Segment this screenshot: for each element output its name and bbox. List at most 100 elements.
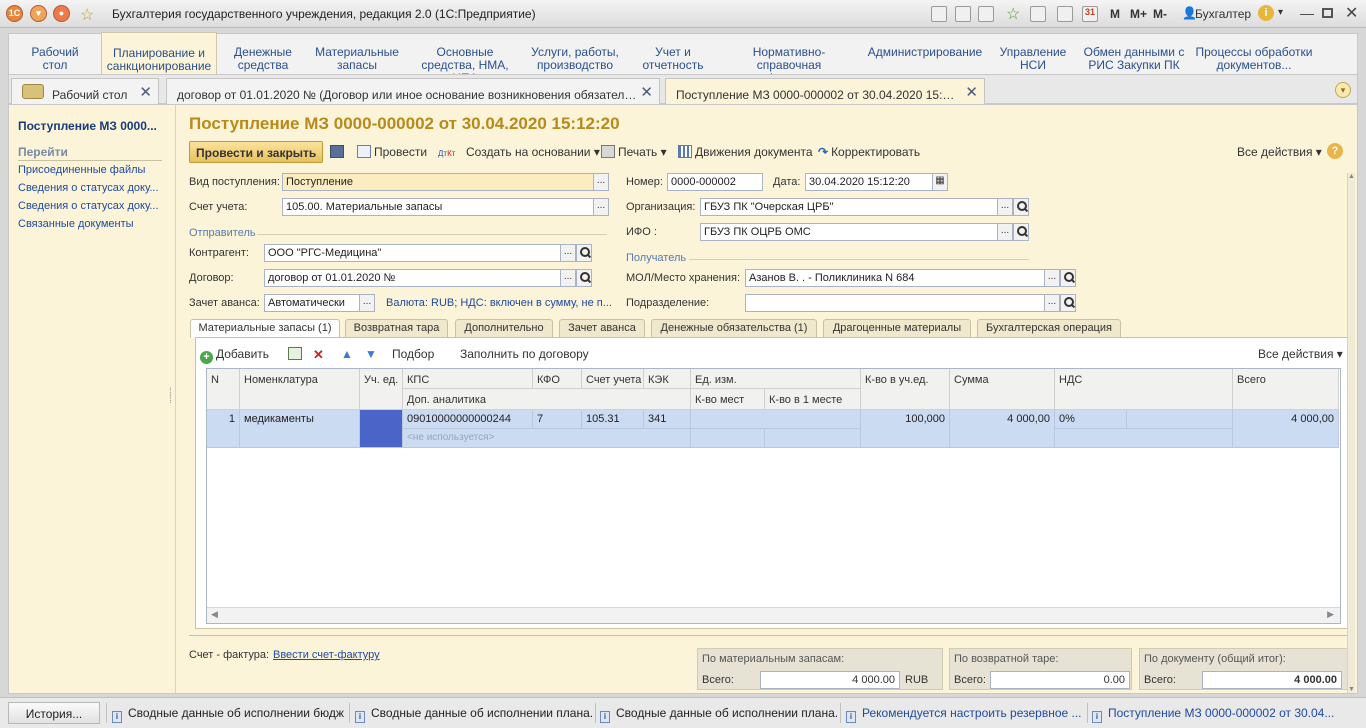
section-fixed-assets[interactable]: Основные средства, НМА, НПА (409, 34, 521, 85)
account-field[interactable]: 105.00. Материальные запасы (282, 198, 594, 216)
maximize-icon[interactable] (1322, 8, 1333, 18)
section-accounting[interactable]: Учет и отчетность (635, 34, 711, 75)
ifo-select-button[interactable]: ... (997, 223, 1013, 241)
post-button[interactable]: Провести (357, 141, 427, 163)
taskbar-item-receipt-doc[interactable]: i Поступление МЗ 0000-000002 от 30.04... (1092, 702, 1362, 724)
print-button[interactable]: Печать ▾ (601, 141, 667, 163)
nav-link-attached-files[interactable]: Присоединенные файлы (18, 164, 168, 176)
nav-link-status-info-2[interactable]: Сведения о статусах доку... (18, 200, 168, 212)
fill-by-contract-button[interactable]: Заполнить по договору (460, 343, 589, 365)
col-header-kps[interactable]: КПС (403, 369, 533, 389)
col-header-account[interactable]: Счет учета (582, 369, 644, 389)
main-menu-icon[interactable]: ▾ (30, 5, 47, 22)
cell-sum[interactable]: 4 000,00 (950, 410, 1055, 448)
contract-field[interactable]: договор от 01.01.2020 № (264, 269, 561, 287)
section-reference[interactable]: Нормативно-справочная информация (721, 34, 857, 85)
organization-field[interactable]: ГБУЗ ПК "Очерская ЦРБ" (700, 198, 998, 216)
number-field[interactable]: 0000-000002 (667, 173, 763, 191)
document-movements-button[interactable]: Движения документа (678, 141, 813, 163)
organization-select-button[interactable]: ... (997, 198, 1013, 216)
user-name[interactable]: Бухгалтер (1195, 7, 1251, 21)
counterparty-field[interactable]: ООО "РГС-Медицина" (264, 244, 561, 262)
calendar-icon[interactable]: 31 (1082, 6, 1098, 22)
col-header-kfo[interactable]: КФО (533, 369, 582, 389)
tab-additional[interactable]: Дополнительно (455, 319, 553, 337)
table-row[interactable]: 1 медикаменты 09010000000000244 7 105.31… (207, 410, 1340, 448)
tab-contract[interactable]: договор от 01.01.2020 № (Договор или ино… (166, 78, 660, 105)
scroll-up-icon[interactable]: ▲ (1348, 173, 1355, 180)
history-icon[interactable] (1030, 6, 1046, 22)
close-tab-icon[interactable]: ✕ (965, 85, 978, 100)
delete-row-button[interactable]: ✕ (313, 343, 324, 365)
taskbar-item-plan-summary-1[interactable]: i Сводные данные об исполнении плана... (355, 702, 592, 724)
move-down-button[interactable]: ▼ (365, 343, 377, 365)
bookmark-star-icon[interactable]: ☆ (1006, 4, 1020, 24)
department-search-icon[interactable] (1060, 294, 1076, 312)
panel-splitter-handle[interactable]: ⁞ ⁞ (169, 388, 172, 406)
cell-total[interactable]: 4 000,00 (1233, 410, 1339, 448)
col-header-places[interactable]: К-во мест (691, 389, 765, 410)
cell-qty-per-place[interactable] (765, 429, 861, 448)
scroll-down-icon[interactable]: ▼ (1348, 686, 1355, 693)
print-icon[interactable] (955, 6, 971, 22)
col-header-dop-analytics[interactable]: Доп. аналитика (403, 389, 691, 410)
copy-row-button[interactable] (288, 343, 305, 365)
col-header-total[interactable]: Всего (1233, 369, 1339, 410)
dt-kt-button[interactable]: ДтКт (438, 141, 455, 163)
col-header-nomenclature[interactable]: Номенклатура (240, 369, 360, 410)
ifo-search-icon[interactable] (1013, 223, 1029, 241)
contract-select-button[interactable]: ... (560, 269, 576, 287)
col-header-unit-measure[interactable]: Ед. изм. (691, 369, 861, 389)
mol-select-button[interactable]: ... (1044, 269, 1060, 287)
section-planning[interactable]: Планирование и санкционирование (101, 32, 217, 75)
post-and-close-button[interactable]: Провести и закрыть (189, 141, 324, 163)
calendar-button[interactable]: ▦ (932, 173, 948, 191)
close-tab-icon[interactable]: ✕ (139, 85, 152, 100)
tab-accounting-operation[interactable]: Бухгалтерская операция (977, 319, 1121, 337)
preview-icon[interactable] (978, 6, 994, 22)
counterparty-search-icon[interactable] (576, 244, 592, 262)
section-services[interactable]: Услуги, работы, производство (527, 34, 623, 75)
tab-materials[interactable]: Материальные запасы (1) (190, 319, 340, 338)
pick-button[interactable]: Подбор (392, 343, 434, 365)
cell-kek[interactable]: 341 (644, 410, 691, 429)
tab-returnable-packaging[interactable]: Возвратная тара (345, 319, 448, 337)
info-icon[interactable]: i (1258, 5, 1274, 21)
section-materials[interactable]: Материальные запасы (309, 34, 405, 75)
ifo-field[interactable]: ГБУЗ ПК ОЦРБ ОМС (700, 223, 998, 241)
memory-plus-button[interactable]: M+ (1130, 7, 1147, 21)
save-icon[interactable] (931, 6, 947, 22)
section-nsi[interactable]: Управление НСИ (991, 34, 1075, 75)
add-row-button[interactable]: + Добавить (200, 343, 269, 365)
invoice-link[interactable]: Ввести счет-фактуру (273, 649, 380, 661)
section-administration[interactable]: Администрирование (867, 34, 983, 75)
currency-vat-link[interactable]: Валюта: RUB; НДС: включен в сумму, не п.… (386, 297, 616, 309)
col-header-qty-per-place[interactable]: К-во в 1 месте (765, 389, 861, 410)
advance-offset-field[interactable]: Автоматически (264, 294, 360, 312)
tabs-menu-icon[interactable]: ▾ (1335, 82, 1351, 98)
mol-search-icon[interactable] (1060, 269, 1076, 287)
col-header-quantity[interactable]: К-во в уч.ед. (861, 369, 950, 410)
tab-precious-materials[interactable]: Драгоценные материалы (823, 319, 971, 337)
tab-receipt[interactable]: Поступление МЗ 0000-000002 от 30.04.2020… (665, 78, 985, 106)
cell-nomenclature[interactable]: медикаменты (240, 410, 360, 448)
col-header-sum[interactable]: Сумма (950, 369, 1055, 410)
counterparty-select-button[interactable]: ... (560, 244, 576, 262)
correct-button[interactable]: ↷ Корректировать (818, 141, 920, 163)
create-based-on-button[interactable]: Создать на основании ▾ (466, 141, 600, 163)
memory-minus-button[interactable]: M- (1153, 7, 1167, 21)
section-exchange[interactable]: Обмен данными с РИС Закупки ПК (1081, 34, 1187, 75)
table-all-actions-button[interactable]: Все действия ▾ (1258, 343, 1343, 365)
section-desktop[interactable]: Рабочий стол (19, 34, 91, 75)
col-header-unit[interactable]: Уч. ед. (360, 369, 403, 410)
help-icon[interactable]: ? (1327, 143, 1343, 159)
col-header-vat[interactable]: НДС (1055, 369, 1233, 410)
cell-quantity[interactable]: 100,000 (861, 410, 950, 448)
account-select-button[interactable]: ... (593, 198, 609, 216)
cell-account[interactable]: 105.31 (582, 410, 644, 429)
department-select-button[interactable]: ... (1044, 294, 1060, 312)
tab-advance-offset[interactable]: Зачет аванса (559, 319, 645, 337)
organization-search-icon[interactable] (1013, 198, 1029, 216)
col-header-n[interactable]: N (207, 369, 240, 410)
favorites-icon[interactable]: ☆ (80, 5, 94, 25)
